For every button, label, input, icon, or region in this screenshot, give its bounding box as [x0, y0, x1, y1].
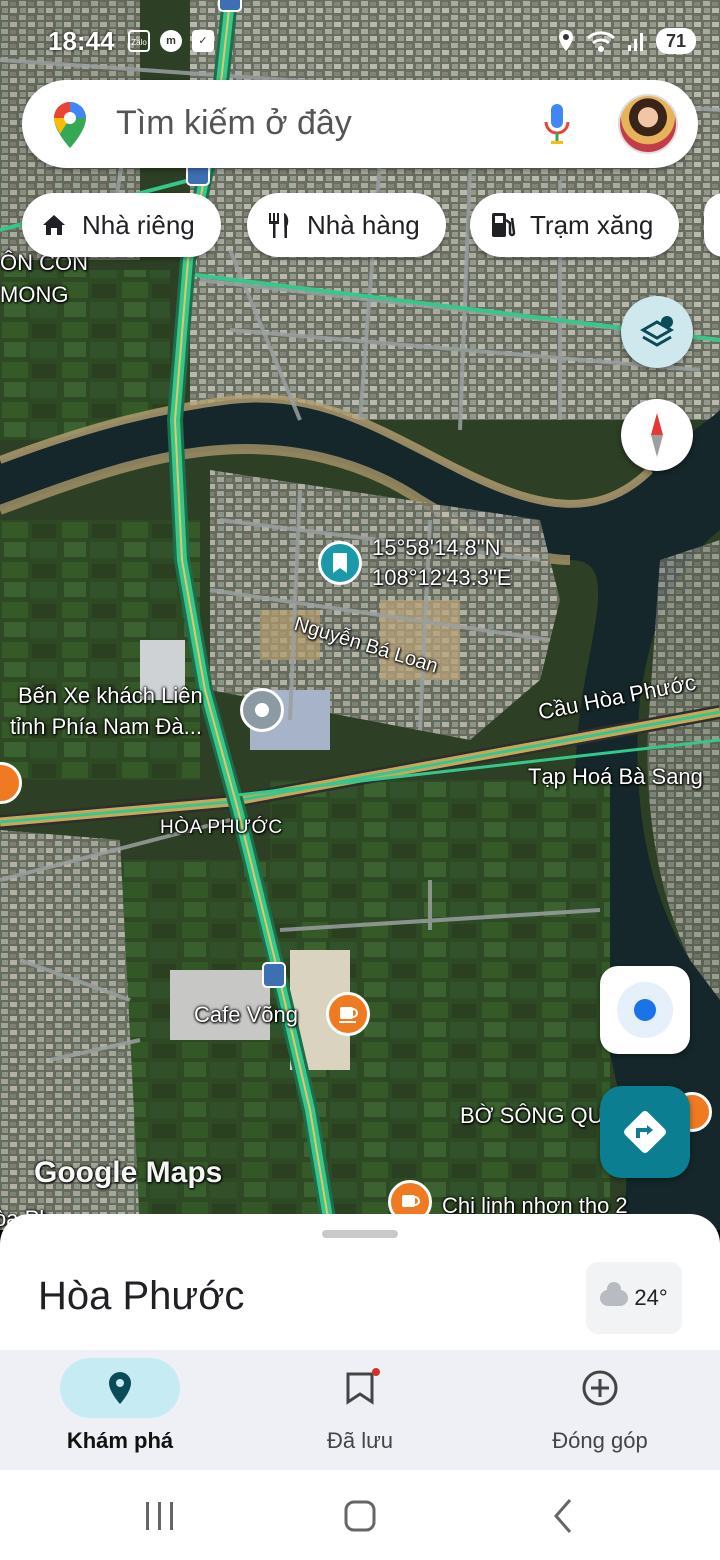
bus-station-label[interactable]: tỉnh Phía Nam Đà... [10, 714, 202, 740]
battery-indicator: 71 [655, 28, 696, 54]
bus-stop-icon[interactable] [218, 0, 242, 12]
tab-label: Đóng góp [552, 1428, 648, 1453]
my-location-button[interactable] [600, 966, 690, 1054]
signal-icon [627, 33, 643, 51]
tab-explore[interactable]: Khám phá [0, 1350, 240, 1470]
map-view[interactable]: ÔN CÔN MONG 15°58'14.8"N 108°12'43.3"E N… [0, 0, 720, 1230]
cafe-label[interactable]: Cafe Võng [194, 1002, 298, 1028]
compass-button[interactable] [621, 399, 693, 471]
layers-button[interactable] [621, 296, 693, 368]
location-icon [558, 30, 573, 51]
weather-chip[interactable]: 24° [586, 1262, 682, 1334]
recent-apps-icon[interactable] [146, 1502, 173, 1530]
cloud-icon [600, 1282, 629, 1306]
gas-station-icon [492, 213, 516, 237]
riverbank-label: BỜ SÔNG QU [460, 1103, 604, 1128]
explore-pin-icon [109, 1372, 131, 1404]
search-input[interactable]: Tìm kiếm ở đây [116, 104, 352, 143]
mic-icon[interactable] [540, 100, 574, 148]
bus-stop-icon[interactable] [262, 962, 286, 988]
place-dot-icon [255, 703, 269, 717]
weather-temperature: 24° [634, 1285, 668, 1310]
chip-label: Nhà riêng [82, 209, 195, 240]
status-time: 18:44 [48, 26, 115, 56]
chip-gas-station[interactable]: Trạm xăng [470, 193, 680, 257]
layers-icon [639, 316, 675, 347]
zalo-icon: Zalo [128, 30, 150, 52]
checkbox-icon: ✓ [192, 30, 214, 52]
system-nav-icons [146, 1499, 572, 1533]
directions-button[interactable] [600, 1086, 690, 1178]
back-icon[interactable] [554, 1499, 572, 1533]
tab-label: Khám phá [66, 1428, 174, 1453]
shop-label[interactable]: Tạp Hoá Bà Sang [528, 764, 703, 790]
cafe-marker[interactable] [326, 992, 370, 1036]
chip-home[interactable]: Nhà riêng [22, 193, 221, 257]
chip-label: Trạm xăng [530, 209, 654, 240]
directions-icon [624, 1111, 666, 1153]
bus-station-marker[interactable] [240, 688, 284, 732]
status-bar: 18:44 Zalo m ✓ 71 [0, 22, 720, 62]
tab-saved[interactable]: Đã lưu [240, 1350, 480, 1470]
tab-contribute[interactable]: Đóng góp [480, 1350, 720, 1470]
restaurant-icon [269, 213, 289, 238]
wifi-icon [586, 31, 615, 52]
home-icon [43, 215, 65, 235]
sheet-drag-handle[interactable] [322, 1230, 398, 1238]
compass-icon [651, 413, 663, 457]
bottom-navigation: Khám phá Đã lưu Đóng góp [0, 1350, 720, 1470]
bus-station-label[interactable]: Bến Xe khách Liên [18, 683, 203, 709]
area-label: HÒA PHƯỚC [160, 817, 283, 838]
my-location-icon [617, 982, 673, 1038]
tab-label: Đã lưu [326, 1428, 394, 1453]
google-maps-watermark: Google Maps [34, 1156, 223, 1189]
bookmark-icon [346, 1368, 380, 1405]
map-label-con-mong: MONG [0, 282, 69, 307]
dropped-pin-marker[interactable] [318, 541, 362, 585]
google-maps-logo-icon [54, 102, 86, 148]
chip-restaurants[interactable]: Nhà hàng [247, 193, 446, 257]
coordinate-latitude: 15°58'14.8"N [372, 535, 501, 560]
bookmark-icon [333, 553, 347, 573]
chip-more[interactable] [704, 193, 720, 257]
system-navigation-bar [0, 1470, 720, 1560]
search-bar[interactable]: Tìm kiếm ở đây [22, 80, 698, 168]
messenger-icon: m [160, 30, 182, 52]
coordinate-longitude: 108°12'43.3"E [372, 565, 512, 590]
coffee-cup-icon [339, 1007, 358, 1023]
chip-label: Nhà hàng [307, 209, 420, 240]
home-button-icon[interactable] [344, 1500, 376, 1532]
bottom-sheet[interactable]: Hòa Phước 24° [0, 1214, 720, 1354]
place-title: Hòa Phước [38, 1274, 245, 1318]
profile-avatar[interactable] [618, 94, 678, 154]
add-circle-icon [582, 1370, 618, 1406]
